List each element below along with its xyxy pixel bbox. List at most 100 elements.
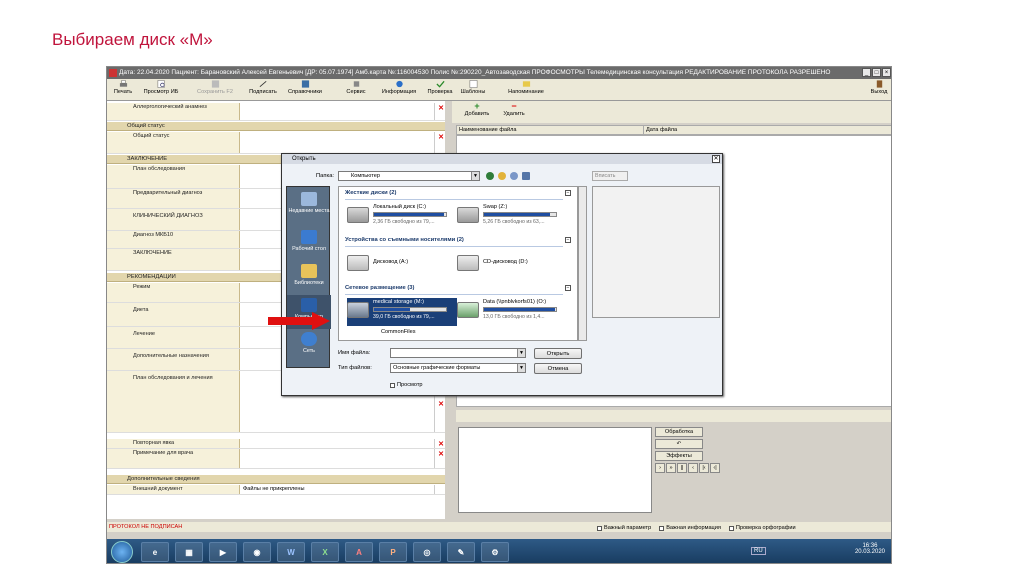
add-file-button[interactable]: + Добавить [464, 102, 490, 122]
info-icon [395, 80, 403, 88]
maximize-button[interactable]: □ [872, 68, 881, 77]
printer-icon [119, 80, 127, 87]
clear-icon[interactable]: ✕ [438, 134, 444, 141]
minimize-button[interactable]: _ [862, 68, 871, 77]
rotate-button[interactable]: ↶ [655, 439, 703, 449]
files-toolbar: + Добавить − Удалить [452, 101, 891, 123]
taskbar-app11[interactable]: ⚙ [481, 542, 509, 562]
taskbar: e ▦ ▶ ◉ W X A P ◎ ✎ ⚙ RU 16:36 20.03.2020 [107, 539, 891, 563]
library-icon [301, 264, 317, 278]
references-button[interactable]: Справочники [283, 80, 327, 100]
folder-select[interactable]: Компьютер ▼ [338, 171, 480, 181]
start-button[interactable] [111, 541, 133, 563]
form-row: Примечание для врача ✕ [107, 449, 445, 469]
taskbar-powerpoint[interactable]: P [379, 542, 407, 562]
vertical-scrollbar[interactable] [578, 186, 587, 341]
drive-m-selected[interactable]: medical storage (M:) 39,0 ГБ свободно из … [347, 298, 457, 326]
usage-bar [483, 212, 557, 217]
fast-forward-button[interactable]: » [666, 463, 676, 473]
drive-c[interactable]: Локальный диск (C:) 2,36 ГБ свободно из 7… [347, 203, 457, 231]
new-folder-icon[interactable] [510, 172, 518, 180]
up-folder-icon[interactable] [498, 172, 506, 180]
places-bar: Недавние места Рабочий стол Библиотеки К… [286, 186, 331, 368]
window-controls: _ □ × [862, 68, 891, 77]
taskbar-ie[interactable]: e [141, 542, 169, 562]
filetype-select[interactable]: Основные графические форматы ▼ [390, 363, 526, 373]
drive-z[interactable]: Swap (Z:) 5,26 ГБ свободно из 63,... [457, 203, 567, 231]
drive-d[interactable]: CD-дисковод (D:) [457, 251, 567, 279]
taskbar-chrome[interactable]: ◉ [243, 542, 271, 562]
clear-icon[interactable]: ✕ [438, 401, 444, 408]
attached-files-field[interactable]: Файлы не прикреплены [241, 485, 435, 494]
col-file-date[interactable]: Дата файла [643, 126, 677, 135]
minus-icon: − [511, 101, 517, 111]
filename-input[interactable]: ▼ [390, 348, 526, 358]
collapse-icon[interactable]: − [565, 237, 571, 243]
place-recent[interactable]: Недавние места [287, 189, 331, 223]
place-desktop[interactable]: Рабочий стол [287, 227, 331, 261]
taskbar-app10[interactable]: ✎ [447, 542, 475, 562]
clear-icon[interactable]: ✕ [438, 441, 444, 448]
spellcheck-checkbox[interactable]: Проверка орфографии [728, 525, 796, 531]
taskbar-acrobat[interactable]: A [345, 542, 373, 562]
taskbar-excel[interactable]: X [311, 542, 339, 562]
sign-button[interactable]: Подписать [247, 80, 279, 100]
info-button[interactable]: Информация [379, 80, 419, 100]
unsigned-status: ПРОТОКОЛ НЕ ПОДПИСАН [109, 524, 183, 530]
taskbar-app9[interactable]: ◎ [413, 542, 441, 562]
view-menu-icon[interactable] [522, 172, 530, 180]
important-param-checkbox[interactable]: Важный параметр [597, 525, 651, 531]
seek-bar[interactable] [456, 410, 891, 422]
window-titlebar: Дата: 22.04.2020 Пациент: Барановский Ал… [107, 67, 891, 79]
back-button[interactable]: ‹ [688, 463, 698, 473]
collapse-icon[interactable]: − [565, 190, 571, 196]
taskbar-media[interactable]: ▶ [209, 542, 237, 562]
last-button[interactable]: ‹| [710, 463, 720, 473]
sign-icon [259, 80, 266, 88]
col-file-name[interactable]: Наименование файла [459, 126, 517, 135]
processing-button[interactable]: Обработка [655, 427, 703, 437]
preview-mode-select[interactable]: Вписать [592, 171, 628, 181]
place-libraries[interactable]: Библиотеки [287, 261, 331, 295]
red-arrow-icon [268, 312, 330, 330]
preview-button[interactable]: Просмотр ИБ [141, 80, 181, 100]
effects-button[interactable]: Эффекты [655, 451, 703, 461]
check-button[interactable]: Проверка [425, 80, 455, 100]
templates-button[interactable]: Шаблоны [457, 80, 489, 100]
back-icon[interactable] [486, 172, 494, 180]
taskbar-word[interactable]: W [277, 542, 305, 562]
pause-button[interactable]: || [677, 463, 687, 473]
form-field[interactable] [241, 449, 435, 468]
clock[interactable]: 16:36 20.03.2020 [855, 543, 885, 555]
dialog-close-button[interactable]: ✕ [712, 155, 720, 163]
important-info-checkbox[interactable]: Важная информация [659, 525, 721, 531]
preview-checkbox[interactable]: Просмотр [390, 382, 423, 388]
collapse-icon[interactable]: − [565, 285, 571, 291]
open-button[interactable]: Открыть [534, 348, 582, 359]
print-button[interactable]: Печать [111, 80, 135, 100]
reminders-button[interactable]: Напоминание [505, 80, 547, 100]
play-button[interactable]: › [655, 463, 665, 473]
first-button[interactable]: |‹ [699, 463, 709, 473]
language-indicator[interactable]: RU [751, 547, 766, 555]
clear-icon[interactable]: ✕ [438, 451, 444, 458]
section-header: Дополнительные сведения [107, 475, 445, 484]
form-row: Общий статус ✕ [107, 132, 445, 154]
group-network: Сетевое размещение (3) [345, 285, 415, 291]
drive-o[interactable]: Data (\\pnblvkorfs01) (O:) 13,0 ГБ свобод… [457, 298, 567, 326]
exit-button[interactable]: Выход [869, 80, 889, 100]
remove-file-button[interactable]: − Удалить [502, 102, 526, 122]
network-commonfiles[interactable]: CommonFiles [347, 327, 457, 339]
clock-date: 20.03.2020 [854, 549, 885, 555]
form-field[interactable] [241, 439, 435, 448]
form-field[interactable] [241, 132, 435, 153]
drive-a[interactable]: Дисковод (A:) [347, 251, 457, 279]
form-field[interactable] [241, 103, 435, 120]
service-button[interactable]: Сервис [343, 80, 369, 100]
place-network[interactable]: Сеть [287, 329, 331, 363]
save-button[interactable]: Сохранить F2 [195, 80, 235, 100]
taskbar-explorer[interactable]: ▦ [175, 542, 203, 562]
close-button[interactable]: × [882, 68, 891, 77]
clear-icon[interactable]: ✕ [438, 105, 444, 112]
cancel-button[interactable]: Отмена [534, 363, 582, 374]
